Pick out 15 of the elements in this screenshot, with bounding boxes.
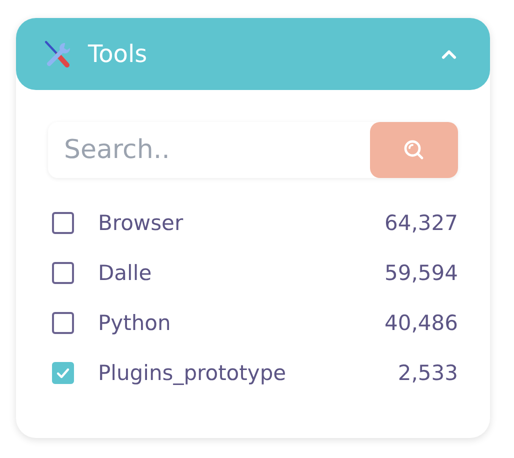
- item-label: Browser: [98, 211, 184, 235]
- checkbox[interactable]: [52, 312, 74, 334]
- panel-header[interactable]: Tools: [16, 18, 490, 90]
- item-count: 40,486: [384, 311, 458, 335]
- checkbox[interactable]: [52, 262, 74, 284]
- panel-title: Tools: [88, 40, 148, 68]
- checkbox[interactable]: [52, 362, 74, 384]
- item-label: Plugins_prototype: [98, 361, 288, 385]
- item-count: 64,327: [384, 211, 458, 235]
- checkbox[interactable]: [52, 212, 74, 234]
- item-label: Dalle: [98, 261, 153, 285]
- item-count: 59,594: [384, 261, 458, 285]
- item-label: Python: [98, 311, 172, 335]
- search-icon: [402, 138, 426, 162]
- item-count: 2,533: [398, 361, 458, 385]
